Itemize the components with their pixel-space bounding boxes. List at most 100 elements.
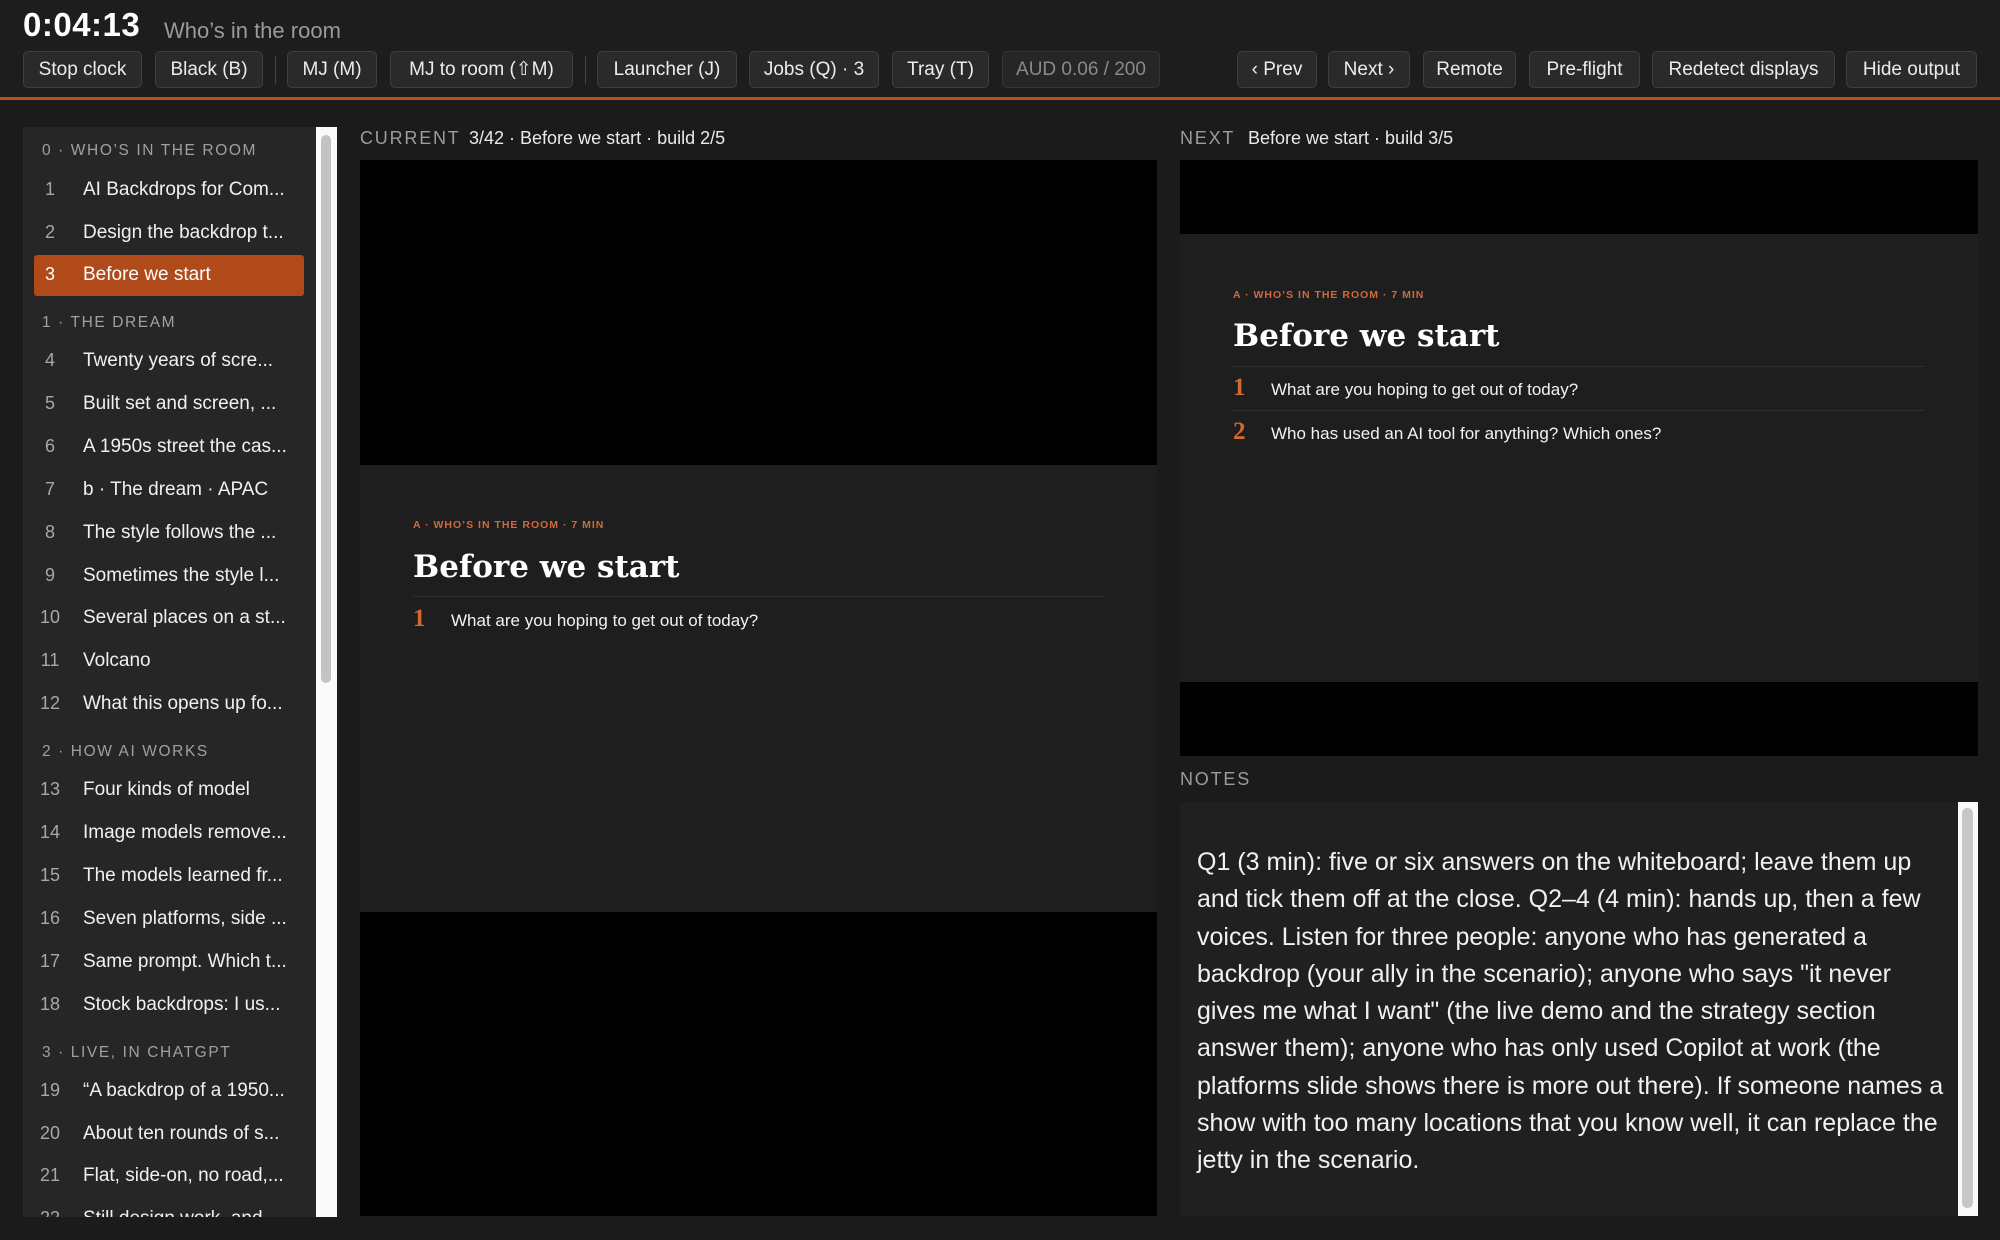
next-label: NEXT — [1180, 128, 1236, 148]
current-section-title: Who’s in the room — [164, 18, 341, 43]
slide-list-item[interactable]: 13 Four kinds of model — [34, 770, 304, 811]
slide-list-item[interactable]: 17 Same prompt. Which t... — [34, 942, 304, 983]
slide-number: 7 — [44, 479, 55, 499]
slide-list-item[interactable]: 5 Built set and screen, ... — [34, 384, 304, 425]
slide-list-item[interactable]: 9 Sometimes the style l... — [34, 556, 304, 597]
mj-to-room-button[interactable]: MJ to room (⇧M) — [390, 51, 573, 88]
hide-output-button[interactable]: Hide output — [1846, 51, 1977, 88]
slide-number: 6 — [44, 436, 55, 456]
slide-label: A 1950s street the cas... — [83, 436, 287, 457]
question-number: 1 — [1233, 374, 1246, 401]
slide-label: Design the backdrop t... — [83, 222, 284, 243]
section-header: 3 · LIVE, IN CHATGPT — [42, 1044, 232, 1061]
slide-label: About ten rounds of s... — [83, 1123, 280, 1144]
slide-list-item[interactable]: 18 Stock backdrops: I us... — [34, 985, 304, 1026]
slide-number: 17 — [39, 951, 61, 971]
slide-list-item[interactable]: 21 Flat, side-on, no road,... — [34, 1156, 304, 1197]
slide-number: 13 — [39, 779, 61, 799]
slide-label: Volcano — [83, 650, 151, 671]
slide-number: 9 — [44, 565, 55, 585]
slide-label: Seven platforms, side ... — [83, 908, 287, 929]
notes-scrollbar[interactable] — [1958, 802, 1978, 1216]
slide-label: Built set and screen, ... — [83, 393, 277, 414]
slide-number: 2 — [44, 222, 55, 242]
top-toolbar: 0:04:13 Who’s in the room Stop clock Bla… — [0, 0, 2000, 100]
slide-label: Same prompt. Which t... — [83, 951, 287, 972]
prev-button[interactable]: ‹ Prev — [1237, 51, 1317, 88]
slide-label: Stock backdrops: I us... — [83, 994, 281, 1015]
toolbar-divider — [275, 56, 276, 84]
stop-clock-button[interactable]: Stop clock — [23, 51, 142, 88]
slide-number: 22 — [34, 1208, 66, 1217]
slide-label: b · The dream · APAC — [83, 479, 269, 500]
slide-number: 21 — [39, 1165, 61, 1185]
speaker-notes[interactable]: Q1 (3 min): five or six answers on the w… — [1180, 802, 1978, 1216]
slide-list-item[interactable]: 4 Twenty years of scre... — [34, 341, 304, 382]
question-text: What are you hoping to get out of today? — [451, 611, 759, 630]
slide-list-item[interactable]: 19 “A backdrop of a 1950... — [34, 1071, 304, 1112]
slide-list-item[interactable]: 8 The style follows the ... — [34, 513, 304, 554]
speaker-notes-text: Q1 (3 min): five or six answers on the w… — [1197, 848, 1944, 1175]
question-text: What are you hoping to get out of today? — [1271, 380, 1579, 399]
tray-button[interactable]: Tray (T) — [892, 51, 989, 88]
slide-list-item[interactable]: 6 A 1950s street the cas... — [34, 427, 304, 468]
slide-kicker: A · WHO’S IN THE ROOM · 7 MIN — [413, 519, 605, 531]
slide-label: Several places on a st... — [83, 607, 286, 628]
slide-list-item[interactable]: 16 Seven platforms, side ... — [34, 899, 304, 940]
slide-list-item[interactable]: 20 About ten rounds of s... — [34, 1114, 304, 1155]
slide-list-item-active[interactable]: 3 Before we start — [34, 255, 304, 296]
jobs-button[interactable]: Jobs (Q) · 3 — [749, 51, 879, 88]
section-header: 2 · HOW AI WORKS — [42, 743, 209, 760]
remote-button[interactable]: Remote — [1423, 51, 1516, 88]
slide-list-item[interactable]: 11 Volcano — [34, 641, 304, 682]
slide-number: 1 — [44, 179, 55, 199]
scrollbar-thumb[interactable] — [1962, 808, 1973, 1208]
slide-list-item[interactable]: 1 AI Backdrops for Com... — [34, 170, 304, 211]
current-slide-preview: A · WHO’S IN THE ROOM · 7 MIN Before we … — [360, 160, 1157, 1216]
slide-number: 8 — [44, 522, 55, 542]
slide-number: 10 — [39, 607, 61, 627]
slide-list: 0 · WHO’S IN THE ROOM 1 AI Backdrops for … — [23, 127, 316, 1217]
scrollbar-thumb[interactable] — [321, 135, 331, 683]
question-number: 1 — [413, 605, 426, 632]
slide-label: What this opens up fo... — [83, 693, 283, 714]
slide-label: Image models remove... — [83, 822, 287, 843]
slide-list-item[interactable]: 7 b · The dream · APAC — [34, 470, 304, 511]
slide-label: Four kinds of model — [83, 779, 250, 800]
slide-label: Flat, side-on, no road,... — [83, 1165, 284, 1186]
slide-list-item[interactable]: 10 Several places on a st... — [34, 598, 304, 639]
slide-label: Sometimes the style l... — [83, 565, 280, 586]
elapsed-clock: 0:04:13 — [23, 6, 141, 43]
launcher-button[interactable]: Launcher (J) — [597, 51, 737, 88]
slide-list-item[interactable]: 14 Image models remove... — [34, 813, 304, 854]
slide-number: 5 — [44, 393, 55, 413]
section-header: 0 · WHO’S IN THE ROOM — [42, 142, 258, 159]
current-label: CURRENT — [360, 128, 461, 148]
black-screen-button[interactable]: Black (B) — [155, 51, 263, 88]
redetect-displays-button[interactable]: Redetect displays — [1652, 51, 1835, 88]
slide-list-scrollbar[interactable] — [316, 127, 337, 1217]
slide-number: 14 — [39, 822, 61, 842]
question-text: Who has used an AI tool for anything? Wh… — [1271, 424, 1662, 443]
next-button[interactable]: Next › — [1328, 51, 1410, 88]
preflight-button[interactable]: Pre-flight — [1529, 51, 1640, 88]
slide-label: Still design work, and... — [83, 1208, 278, 1217]
cost-indicator: AUD 0.06 / 200 — [1002, 51, 1160, 88]
slide-title: Before we start — [1233, 318, 1500, 354]
slide-label: The style follows the ... — [83, 522, 277, 543]
slide-label: “A backdrop of a 1950... — [83, 1080, 285, 1101]
midjourney-button[interactable]: MJ (M) — [287, 51, 377, 88]
slide-list-item[interactable]: 15 The models learned fr... — [34, 856, 304, 897]
next-slide-info: Before we start · build 3/5 — [1248, 128, 1454, 148]
slide-list-item[interactable]: 2 Design the backdrop t... — [34, 213, 304, 254]
slide-number: 20 — [39, 1123, 61, 1143]
next-slide-preview: A · WHO’S IN THE ROOM · 7 MIN Before we … — [1180, 160, 1978, 756]
slide-label: Before we start — [83, 264, 211, 285]
slide-number: 18 — [39, 994, 61, 1014]
slide-label: AI Backdrops for Com... — [83, 179, 285, 200]
slide-list-item[interactable]: 12 What this opens up fo... — [34, 684, 304, 725]
slide-list-item[interactable]: 22 Still design work, and... — [34, 1199, 304, 1217]
question-number: 2 — [1233, 418, 1246, 445]
slide-label: Twenty years of scre... — [83, 350, 274, 371]
slide-canvas: A · WHO’S IN THE ROOM · 7 MIN Before we … — [360, 465, 1157, 912]
